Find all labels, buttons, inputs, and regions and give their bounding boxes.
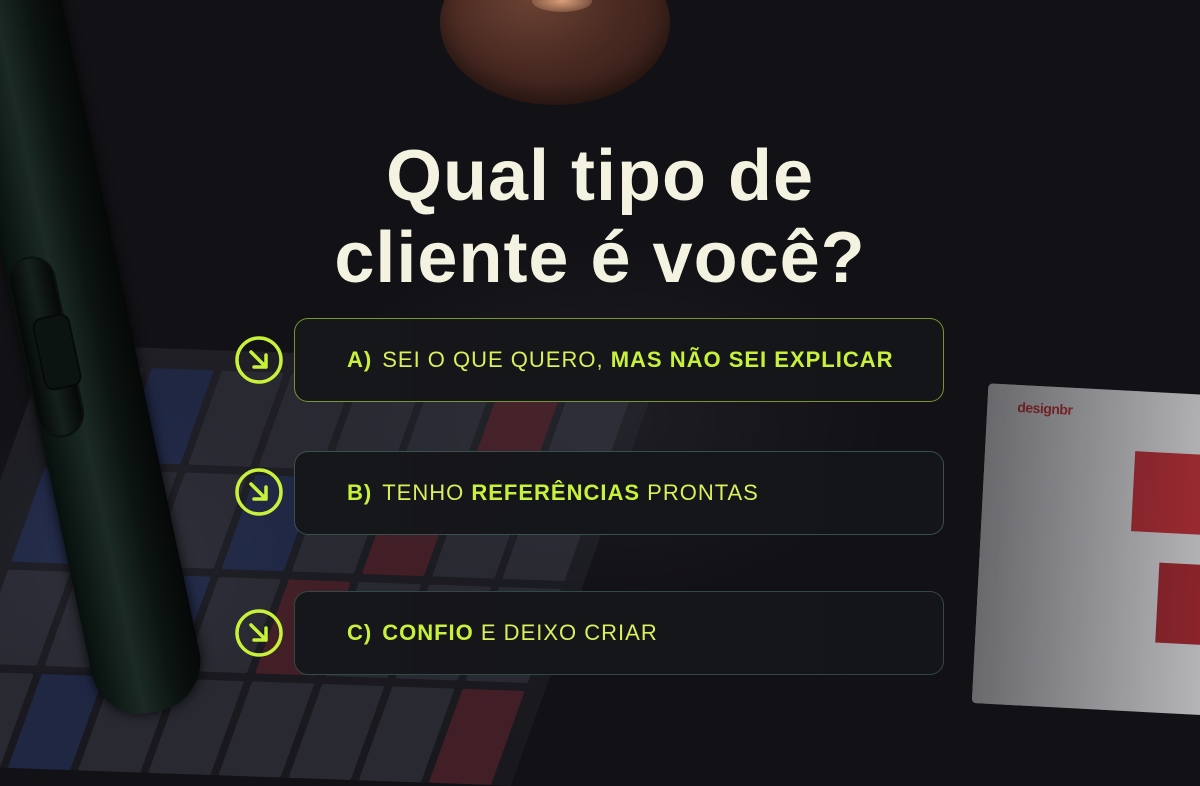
option-b-text-plain-end: PRONTAS — [640, 480, 759, 505]
arrow-down-right-circle-icon[interactable] — [234, 335, 284, 385]
option-b-text-bold: REFERÊNCIAS — [471, 480, 641, 505]
option-a-text-bold: MAS NÃO SEI EXPLICAR — [610, 347, 894, 372]
option-b-button[interactable]: B) TENHO REFERÊNCIAS PRONTAS — [294, 451, 944, 535]
page-title-line-2: cliente é você? — [334, 218, 866, 298]
page-title-line-1: Qual tipo de — [385, 136, 814, 216]
option-a-text: A) SEI O QUE QUERO, MAS NÃO SEI EXPLICAR — [347, 319, 894, 401]
option-c-text: C) CONFIO E DEIXO CRIAR — [347, 592, 658, 674]
option-c-button[interactable]: C) CONFIO E DEIXO CRIAR — [294, 591, 944, 675]
option-a-letter: A) — [347, 347, 373, 372]
arrow-down-right-circle-icon[interactable] — [234, 467, 284, 517]
option-a-button[interactable]: A) SEI O QUE QUERO, MAS NÃO SEI EXPLICAR — [294, 318, 944, 402]
arrow-down-right-circle-icon[interactable] — [234, 608, 284, 658]
option-c-letter: C) — [347, 620, 373, 645]
option-b-text: B) TENHO REFERÊNCIAS PRONTAS — [347, 452, 759, 534]
option-a-text-plain: SEI O QUE QUERO, — [382, 347, 611, 372]
option-c-text-plain: E DEIXO CRIAR — [473, 620, 658, 645]
option-c-text-bold: CONFIO — [382, 620, 474, 645]
option-b-text-plain: TENHO — [382, 480, 472, 505]
background-tablet-right: designbr — [971, 383, 1200, 717]
option-b-letter: B) — [347, 480, 373, 505]
